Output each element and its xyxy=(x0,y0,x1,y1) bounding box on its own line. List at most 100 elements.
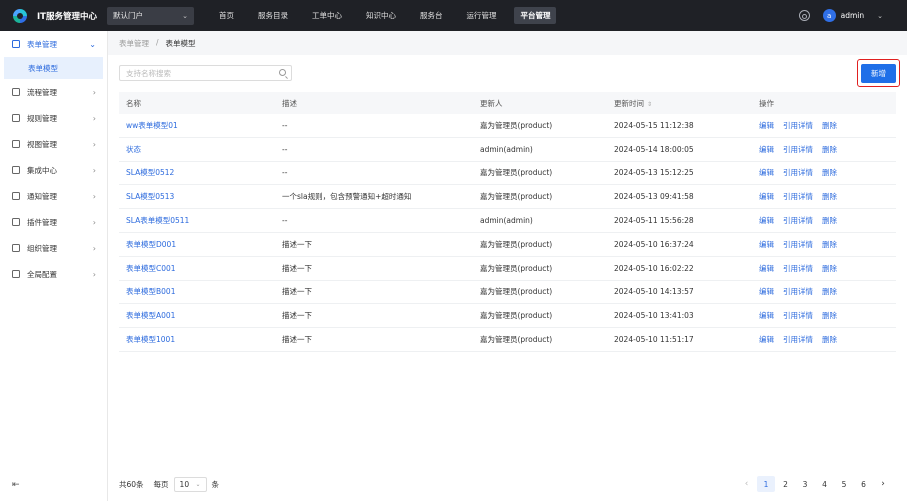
page-size-select[interactable]: 10 ⌄ xyxy=(173,477,207,492)
reference-detail-link[interactable]: 引用详情 xyxy=(783,192,813,201)
chevron-down-icon[interactable]: ⌄ xyxy=(877,12,883,20)
column-header-time[interactable]: 更新时间 ⇕ xyxy=(607,98,749,109)
sidebar-item-5[interactable]: 集成中心 › xyxy=(0,157,107,183)
delete-link[interactable]: 删除 xyxy=(822,264,837,273)
search-icon[interactable] xyxy=(279,69,286,76)
row-update-time: 2024-05-10 16:37:24 xyxy=(614,239,694,249)
reference-detail-link[interactable]: 引用详情 xyxy=(783,311,813,320)
page-button-1[interactable]: 1 xyxy=(757,476,775,492)
sort-icon[interactable]: ⇕ xyxy=(647,101,652,108)
edit-link[interactable]: 编辑 xyxy=(759,287,774,296)
gear-icon[interactable] xyxy=(798,10,810,21)
table-header: 名称 描述 更新人 更新时间 ⇕ 操作 xyxy=(119,92,896,114)
search-input[interactable] xyxy=(126,68,276,78)
sidebar-subitem-form-model[interactable]: 表单模型 xyxy=(4,57,103,79)
page-button-2[interactable]: 2 xyxy=(777,476,795,492)
row-name-link[interactable]: 表单模型C001 xyxy=(119,263,274,274)
delete-link[interactable]: 删除 xyxy=(822,216,837,225)
form-icon xyxy=(12,40,20,48)
reference-detail-link[interactable]: 引用详情 xyxy=(783,264,813,273)
edit-link[interactable]: 编辑 xyxy=(759,145,774,154)
form-model-table: 名称 描述 更新人 更新时间 ⇕ 操作 ww表单模型01 -- 嘉为管理员(produ… xyxy=(119,92,896,352)
row-actions: 编辑 引用详情 删除 xyxy=(749,215,846,226)
reference-detail-link[interactable]: 引用详情 xyxy=(783,335,813,344)
org-icon xyxy=(12,244,20,252)
nav-item-2[interactable]: 服务目录 xyxy=(252,7,294,24)
delete-link[interactable]: 删除 xyxy=(822,168,837,177)
reference-detail-link[interactable]: 引用详情 xyxy=(783,168,813,177)
collapse-sidebar-icon[interactable]: ⇤ xyxy=(12,480,20,490)
row-update-time: 2024-05-13 09:41:58 xyxy=(614,192,694,202)
reference-detail-link[interactable]: 引用详情 xyxy=(783,121,813,130)
edit-link[interactable]: 编辑 xyxy=(759,192,774,201)
delete-link[interactable]: 删除 xyxy=(822,287,837,296)
delete-link[interactable]: 删除 xyxy=(822,240,837,249)
reference-detail-link[interactable]: 引用详情 xyxy=(783,145,813,154)
search-box[interactable] xyxy=(119,65,292,81)
reference-detail-link[interactable]: 引用详情 xyxy=(783,287,813,296)
row-name-link[interactable]: 状态 xyxy=(119,144,274,155)
portal-select[interactable]: 默认门户 ⌄ xyxy=(106,6,194,25)
sidebar-item-1[interactable]: 表单管理 ⌄ xyxy=(0,31,107,57)
row-name-link[interactable]: 表单模型D001 xyxy=(119,239,274,250)
edit-link[interactable]: 编辑 xyxy=(759,311,774,320)
sidebar-item-label: 通知管理 xyxy=(27,191,57,201)
page-button-3[interactable]: 3 xyxy=(796,476,814,492)
row-name-link[interactable]: 表单模型1001 xyxy=(119,334,274,345)
breadcrumb-parent[interactable]: 表单管理 xyxy=(119,38,149,49)
sidebar-item-7[interactable]: 插件管理 › xyxy=(0,209,107,235)
sidebar-item-label: 表单管理 xyxy=(27,39,57,49)
row-actions: 编辑 引用详情 删除 xyxy=(749,334,846,345)
row-name-link[interactable]: SLA表单模型0511 xyxy=(119,215,274,226)
edit-link[interactable]: 编辑 xyxy=(759,240,774,249)
delete-link[interactable]: 删除 xyxy=(822,192,837,201)
row-update-time: 2024-05-13 15:12:25 xyxy=(614,168,694,178)
row-name-link[interactable]: ww表单模型01 xyxy=(119,120,274,131)
chevron-right-icon: › xyxy=(92,269,96,279)
row-name-link[interactable]: SLA模型0512 xyxy=(119,167,274,178)
edit-link[interactable]: 编辑 xyxy=(759,168,774,177)
delete-link[interactable]: 删除 xyxy=(822,121,837,130)
page-button-5[interactable]: 5 xyxy=(835,476,853,492)
row-update-time: 2024-05-10 14:13:57 xyxy=(614,287,694,297)
nav-item-5[interactable]: 服务台 xyxy=(414,7,449,24)
view-icon xyxy=(12,140,20,148)
column-header-ops: 操作 xyxy=(759,98,774,108)
edit-link[interactable]: 编辑 xyxy=(759,264,774,273)
sidebar-item-3[interactable]: 规则管理 › xyxy=(0,105,107,131)
reference-detail-link[interactable]: 引用详情 xyxy=(783,216,813,225)
nav-item-4[interactable]: 知识中心 xyxy=(360,7,402,24)
next-page-icon[interactable]: › xyxy=(874,476,892,492)
nav-item-7[interactable]: 平台管理 xyxy=(514,7,557,24)
row-updater: 嘉为管理员(product) xyxy=(480,168,553,178)
row-name-link[interactable]: 表单模型B001 xyxy=(119,286,274,297)
column-header-time-label: 更新时间 xyxy=(614,98,644,108)
delete-link[interactable]: 删除 xyxy=(822,145,837,154)
edit-link[interactable]: 编辑 xyxy=(759,335,774,344)
page-button-6[interactable]: 6 xyxy=(855,476,873,492)
table-row: 表单模型C001 描述一下 嘉为管理员(product) 2024-05-10 16:… xyxy=(119,257,896,281)
new-button[interactable]: 新增 xyxy=(861,63,896,83)
rule-icon xyxy=(12,114,20,122)
page-button-4[interactable]: 4 xyxy=(816,476,834,492)
prev-page-icon[interactable]: ‹ xyxy=(738,476,756,492)
delete-link[interactable]: 删除 xyxy=(822,311,837,320)
table-row: 表单模型1001 描述一下 嘉为管理员(product) 2024-05-10 11:… xyxy=(119,328,896,352)
sidebar-item-6[interactable]: 通知管理 › xyxy=(0,183,107,209)
avatar[interactable]: a xyxy=(822,9,836,22)
user-name[interactable]: admin xyxy=(841,11,865,20)
row-name-link[interactable]: 表单模型A001 xyxy=(119,310,274,321)
edit-link[interactable]: 编辑 xyxy=(759,216,774,225)
table-row: 表单模型A001 描述一下 嘉为管理员(product) 2024-05-10 13:… xyxy=(119,304,896,329)
row-name-link[interactable]: SLA模型0513 xyxy=(119,191,274,202)
reference-detail-link[interactable]: 引用详情 xyxy=(783,240,813,249)
sidebar-item-4[interactable]: 视图管理 › xyxy=(0,131,107,157)
nav-item-1[interactable]: 首页 xyxy=(213,7,240,24)
edit-link[interactable]: 编辑 xyxy=(759,121,774,130)
nav-item-3[interactable]: 工单中心 xyxy=(306,7,348,24)
sidebar-item-2[interactable]: 流程管理 › xyxy=(0,79,107,105)
sidebar-item-8[interactable]: 组织管理 › xyxy=(0,235,107,261)
sidebar-item-9[interactable]: 全局配置 › xyxy=(0,261,107,287)
delete-link[interactable]: 删除 xyxy=(822,335,837,344)
nav-item-6[interactable]: 运行管理 xyxy=(460,7,502,24)
